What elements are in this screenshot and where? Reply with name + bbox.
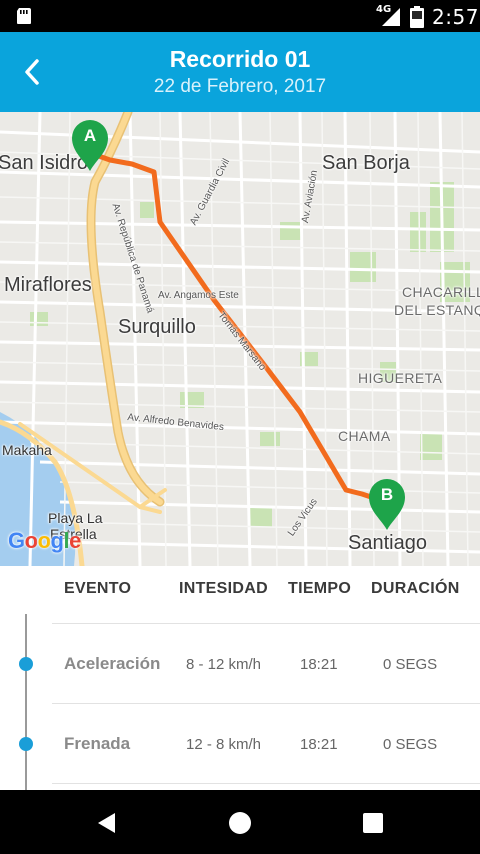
column-header-intensidad: INTESIDAD <box>179 580 268 597</box>
clock: 2:57 <box>432 5 479 29</box>
district-label: Surquillo <box>118 316 196 338</box>
system-nav-bar <box>0 790 480 854</box>
event-duration: 0 SEGS <box>383 656 438 673</box>
event-intensity: 8 - 12 km/h <box>186 656 262 673</box>
district-label: Santiago <box>348 532 427 554</box>
signal-icon <box>382 8 400 26</box>
district-label: Miraflores <box>4 274 92 296</box>
events-table: EVENTO INTESIDAD TIEMPO DURACIÓN Acelera… <box>0 566 480 790</box>
event-name: Frenada <box>64 734 131 753</box>
table-row[interactable]: Frenada 12 - 8 km/h 18:21 0 SEGS <box>52 703 480 783</box>
event-time: 18:21 <box>300 656 338 673</box>
app-root: 4G 2:57 Recorrido 01 22 de Febrero, 2017 <box>0 0 480 854</box>
timeline-dot <box>19 657 33 671</box>
route-map[interactable]: San Isidro San Borja Miraflores Surquill… <box>0 112 480 566</box>
sd-card-icon <box>17 8 31 24</box>
district-label: San Borja <box>322 152 410 174</box>
timeline-dot <box>19 737 33 751</box>
timeline-line <box>25 614 27 790</box>
place-label: Makaha <box>2 442 52 458</box>
column-header-tiempo: TIEMPO <box>288 580 352 597</box>
column-header-duracion: DURACIÓN <box>371 580 460 597</box>
start-marker-label: A <box>83 126 97 145</box>
street-label: Av. Angamos Este <box>158 290 239 301</box>
nav-recents-icon[interactable] <box>360 810 386 836</box>
table-header: EVENTO INTESIDAD TIEMPO DURACIÓN <box>0 566 480 614</box>
district-label: HIGUERETA <box>358 370 443 386</box>
page-title: Recorrido 01 <box>169 46 311 72</box>
event-duration: 0 SEGS <box>383 736 438 753</box>
column-header-evento: EVENTO <box>64 580 132 597</box>
place-label: Playa La <box>48 510 103 526</box>
event-intensity: 12 - 8 km/h <box>186 736 262 753</box>
page-subtitle: 22 de Febrero, 2017 <box>153 76 327 97</box>
district-label: CHACARILLA <box>402 284 480 300</box>
nav-home-icon[interactable] <box>227 810 253 836</box>
status-bar: 4G 2:57 <box>0 0 480 32</box>
event-time: 18:21 <box>300 736 338 753</box>
app-bar: Recorrido 01 22 de Febrero, 2017 <box>0 32 480 112</box>
district-label: DEL ESTANQUE <box>394 302 480 318</box>
table-row[interactable]: Aceleración 8 - 12 km/h 18:21 0 SEGS <box>52 623 480 703</box>
end-marker-label: B <box>380 485 394 504</box>
battery-icon <box>410 6 424 28</box>
google-logo[interactable]: Google <box>8 528 81 554</box>
district-label: CHAMA <box>338 428 391 444</box>
nav-back-icon[interactable] <box>94 810 120 836</box>
table-row-divider <box>52 783 480 790</box>
event-name: Aceleración <box>64 654 161 673</box>
